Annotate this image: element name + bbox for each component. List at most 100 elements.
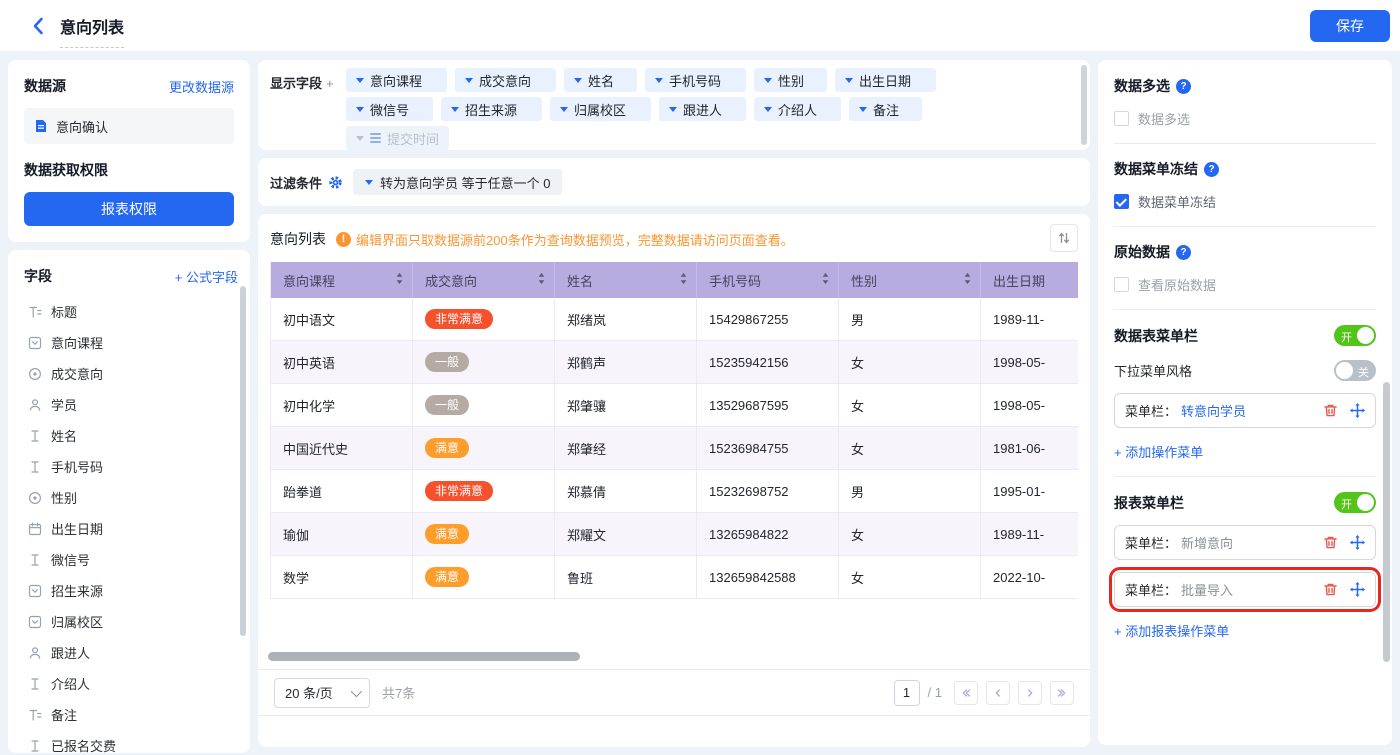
help-icon[interactable]: ? xyxy=(1176,245,1191,260)
table-cell-intent: 满意 xyxy=(413,513,555,555)
raw-data-checkbox[interactable] xyxy=(1114,277,1129,292)
report-menu-toggle[interactable]: 开 xyxy=(1334,492,1376,513)
radio-icon xyxy=(28,491,42,505)
help-icon[interactable]: ? xyxy=(1176,79,1191,94)
display-fields-label: 显示字段+ xyxy=(270,68,346,144)
display-field-tag[interactable]: 招生来源 xyxy=(441,97,542,121)
display-field-tag[interactable]: 手机号码 xyxy=(645,68,746,92)
field-list-item[interactable]: 备注 xyxy=(24,699,238,730)
display-field-tags: 意向课程成交意向姓名手机号码性别出生日期微信号招生来源归属校区跟进人介绍人备注提… xyxy=(346,68,1076,144)
multi-select-checkbox[interactable] xyxy=(1114,111,1129,126)
field-list-item[interactable]: 性别 xyxy=(24,482,238,513)
field-list-item[interactable]: 跟进人 xyxy=(24,637,238,668)
display-field-tag[interactable]: 微信号 xyxy=(346,97,433,121)
add-display-field-button[interactable]: + xyxy=(326,76,334,91)
back-button[interactable] xyxy=(28,15,50,37)
fields-scrollbar[interactable] xyxy=(240,286,246,636)
person-icon xyxy=(28,398,42,412)
display-field-tag[interactable]: 备注 xyxy=(849,97,922,121)
settings-scrollbar[interactable] xyxy=(1383,382,1390,662)
field-list-item[interactable]: 手机号码 xyxy=(24,451,238,482)
chevron-down-icon xyxy=(356,107,364,112)
first-page-button[interactable] xyxy=(954,681,978,705)
page-total-label: / 1 xyxy=(928,685,942,700)
field-list-item[interactable]: 招生来源 xyxy=(24,575,238,606)
column-header[interactable]: 出生日期 xyxy=(981,262,1078,298)
menu-freeze-checkbox[interactable] xyxy=(1114,194,1129,209)
display-panel-scrollbar[interactable] xyxy=(1081,65,1087,145)
sort-icon[interactable] xyxy=(395,272,404,288)
prev-page-button[interactable] xyxy=(986,681,1010,705)
field-list-item[interactable]: 学员 xyxy=(24,389,238,420)
trash-icon[interactable] xyxy=(1323,535,1338,550)
display-field-tag[interactable]: 归属校区 xyxy=(550,97,651,121)
next-page-button[interactable] xyxy=(1018,681,1042,705)
gear-icon[interactable] xyxy=(328,175,343,190)
column-header[interactable]: 成交意向 xyxy=(413,262,555,298)
change-datasource-link[interactable]: 更改数据源 xyxy=(169,77,234,96)
menu-item-prefix: 菜单栏： xyxy=(1125,533,1177,552)
topbar: 意向列表 保存 xyxy=(0,0,1400,52)
sort-icon[interactable] xyxy=(679,272,688,288)
display-field-tag[interactable]: 意向课程 xyxy=(346,68,447,92)
chevron-down-icon xyxy=(451,107,459,112)
table-horizontal-scrollbar[interactable] xyxy=(268,652,580,661)
display-field-tag[interactable]: 介绍人 xyxy=(754,97,841,121)
last-page-button[interactable] xyxy=(1050,681,1074,705)
field-list-item[interactable]: 成交意向 xyxy=(24,358,238,389)
select-icon xyxy=(28,336,42,350)
field-label: 手机号码 xyxy=(51,457,103,476)
tag-label: 性别 xyxy=(778,71,804,90)
table-row: 跆拳道非常满意郑慕倩15232698752男1995-01- xyxy=(271,470,1078,513)
menu-item-value: 新增意向 xyxy=(1181,533,1233,552)
sort-icon[interactable] xyxy=(821,272,830,288)
intent-badge: 非常满意 xyxy=(425,309,493,329)
display-field-tag[interactable]: 姓名 xyxy=(564,68,637,92)
field-list-item[interactable]: 姓名 xyxy=(24,420,238,451)
save-button[interactable]: 保存 xyxy=(1310,10,1390,42)
sort-icon[interactable] xyxy=(537,272,546,288)
column-header[interactable]: 性别 xyxy=(839,262,981,298)
display-fields-panel: 显示字段+ 意向课程成交意向姓名手机号码 性别 出生日期微信号招生来源归属校区跟进人… xyxy=(258,60,1090,150)
trash-icon[interactable] xyxy=(1323,582,1338,597)
trash-icon[interactable] xyxy=(1323,403,1338,418)
page-size-select[interactable]: 20 条/页 xyxy=(274,678,370,708)
table-cell-phone: 13265984822 xyxy=(697,513,839,555)
add-report-action-menu-link[interactable]: + 添加报表操作菜单 xyxy=(1114,621,1229,640)
field-list-item[interactable]: 已报名交费 xyxy=(24,730,238,753)
menu-bar-item[interactable]: 菜单栏：新增意向 xyxy=(1114,525,1376,560)
table-sort-button[interactable] xyxy=(1050,224,1078,252)
add-formula-field-link[interactable]: + 公式字段 xyxy=(175,267,238,286)
column-header-label: 手机号码 xyxy=(709,271,761,290)
field-list-item[interactable]: 意向课程 xyxy=(24,327,238,358)
column-header[interactable]: 意向课程 xyxy=(271,262,413,298)
table-menu-toggle[interactable]: 开 xyxy=(1334,325,1376,346)
filter-condition-tag[interactable]: 转为意向学员 等于任意一个 0 xyxy=(353,169,562,195)
display-field-tag[interactable]: 成交意向 xyxy=(455,68,556,92)
move-icon[interactable] xyxy=(1350,535,1365,550)
move-icon[interactable] xyxy=(1350,582,1365,597)
column-header[interactable]: 姓名 xyxy=(555,262,697,298)
report-permission-button[interactable]: 报表权限 xyxy=(24,192,234,226)
sort-icon[interactable] xyxy=(963,272,972,288)
display-field-tag[interactable]: 出生日期 xyxy=(835,68,936,92)
add-action-menu-link[interactable]: + 添加操作菜单 xyxy=(1114,442,1203,461)
help-icon[interactable]: ? xyxy=(1204,162,1219,177)
display-field-tag[interactable]: 跟进人 xyxy=(659,97,746,121)
menu-bar-item[interactable]: 菜单栏：批量导入 xyxy=(1114,572,1376,607)
datasource-item[interactable]: 意向确认 xyxy=(24,108,234,144)
field-list-item[interactable]: 介绍人 xyxy=(24,668,238,699)
menu-bar-item[interactable]: 菜单栏：转意向学员 xyxy=(1114,393,1376,428)
main-area: 显示字段+ 意向课程成交意向姓名手机号码性别出生日期微信号招生来源归属校区跟进人… xyxy=(258,60,1090,747)
field-list-item[interactable]: 标题 xyxy=(24,296,238,327)
page-number-input[interactable]: 1 xyxy=(894,680,920,706)
display-field-tag[interactable]: 性别 xyxy=(754,68,827,92)
column-header[interactable]: 手机号码 xyxy=(697,262,839,298)
field-list-item[interactable]: 归属校区 xyxy=(24,606,238,637)
dropdown-style-toggle[interactable]: 关 xyxy=(1334,360,1376,381)
field-list-item[interactable]: 出生日期 xyxy=(24,513,238,544)
menu-freeze-checkbox-label: 数据菜单冻结 xyxy=(1138,192,1216,211)
move-icon[interactable] xyxy=(1350,403,1365,418)
menu-item-prefix: 菜单栏： xyxy=(1125,401,1177,420)
field-list-item[interactable]: 微信号 xyxy=(24,544,238,575)
